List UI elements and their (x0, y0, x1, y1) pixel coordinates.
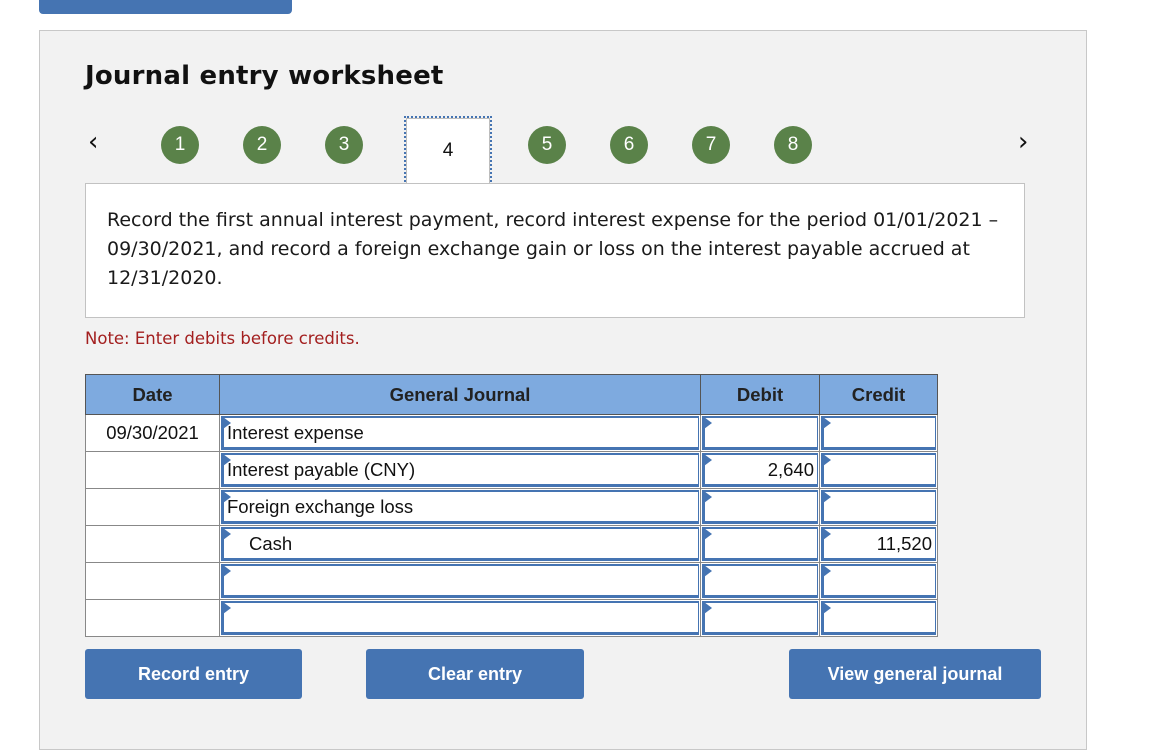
chevron-right-icon[interactable]: › (1018, 127, 1028, 157)
table-row: Foreign exchange loss (85, 488, 938, 526)
date-cell (85, 562, 220, 600)
account-select[interactable]: Interest payable (CNY) (221, 453, 699, 487)
top-button-bar[interactable] (39, 0, 292, 14)
credit-input[interactable]: 11,520 (821, 527, 936, 561)
note-text: Note: Enter debits before credits. (85, 329, 360, 348)
header-date: Date (85, 374, 220, 415)
credit-input[interactable] (821, 490, 936, 524)
journal-table: Date General Journal Debit Credit 09/30/… (85, 374, 938, 637)
account-select[interactable]: Cash (221, 527, 699, 561)
record-entry-button[interactable]: Record entry (85, 649, 302, 699)
table-row (85, 599, 938, 637)
instruction-text: Record the first annual interest payment… (107, 209, 999, 289)
step-8[interactable]: 8 (774, 126, 812, 164)
table-row: Interest payable (CNY) 2,640 (85, 451, 938, 489)
table-row: 09/30/2021 Interest expense (85, 414, 938, 452)
debit-input[interactable] (702, 527, 818, 561)
step-2[interactable]: 2 (243, 126, 281, 164)
date-cell (85, 599, 220, 637)
account-select[interactable]: Interest expense (221, 416, 699, 450)
clear-entry-button[interactable]: Clear entry (366, 649, 584, 699)
page-title: Journal entry worksheet (85, 61, 444, 91)
step-6[interactable]: 6 (610, 126, 648, 164)
step-5[interactable]: 5 (528, 126, 566, 164)
step-3[interactable]: 3 (325, 126, 363, 164)
account-select[interactable] (221, 601, 699, 635)
credit-input[interactable] (821, 453, 936, 487)
account-select[interactable]: Foreign exchange loss (221, 490, 699, 524)
header-general-journal: General Journal (219, 374, 701, 415)
instruction-box: Record the first annual interest payment… (85, 183, 1025, 318)
step-7[interactable]: 7 (692, 126, 730, 164)
date-cell (85, 488, 220, 526)
view-general-journal-button[interactable]: View general journal (789, 649, 1041, 699)
date-cell (85, 525, 220, 563)
debit-input[interactable] (702, 490, 818, 524)
debit-input[interactable] (702, 564, 818, 598)
table-row (85, 562, 938, 600)
worksheet-panel: Journal entry worksheet ‹ 1 2 3 4 5 6 7 … (39, 30, 1087, 750)
credit-input[interactable] (821, 564, 936, 598)
date-cell: 09/30/2021 (85, 414, 220, 452)
account-select[interactable] (221, 564, 699, 598)
header-debit: Debit (700, 374, 820, 415)
debit-input[interactable]: 2,640 (702, 453, 818, 487)
step-4-current[interactable]: 4 (404, 116, 492, 186)
table-header-row: Date General Journal Debit Credit (85, 374, 938, 415)
credit-input[interactable] (821, 601, 936, 635)
table-row: Cash 11,520 (85, 525, 938, 563)
debit-input[interactable] (702, 601, 818, 635)
chevron-left-icon[interactable]: ‹ (88, 127, 98, 157)
step-1[interactable]: 1 (161, 126, 199, 164)
credit-input[interactable] (821, 416, 936, 450)
debit-input[interactable] (702, 416, 818, 450)
date-cell (85, 451, 220, 489)
header-credit: Credit (819, 374, 938, 415)
